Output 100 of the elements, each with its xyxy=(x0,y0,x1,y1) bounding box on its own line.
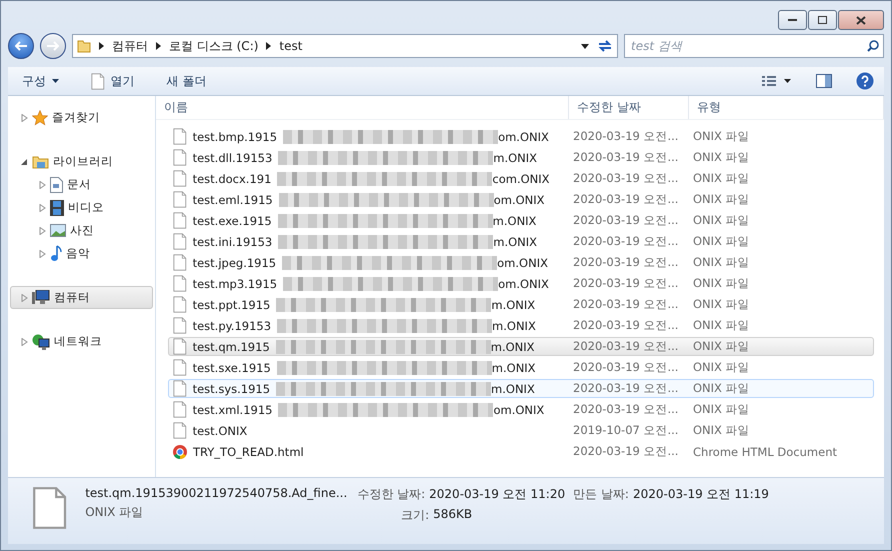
maximize-button[interactable] xyxy=(808,10,837,30)
file-name: test.sxe.1915 xyxy=(192,360,271,374)
file-icon xyxy=(91,72,105,90)
collapsed-arrow-icon[interactable] xyxy=(21,114,28,122)
file-name: m.ONIX xyxy=(493,150,538,164)
back-button[interactable] xyxy=(8,33,34,59)
chevron-icon[interactable] xyxy=(99,42,104,50)
file-icon xyxy=(173,128,187,145)
size-label: 크기: xyxy=(401,507,430,524)
file-icon xyxy=(173,338,187,355)
refresh-icon[interactable] xyxy=(597,39,613,53)
preview-pane-icon[interactable] xyxy=(816,74,832,88)
file-row[interactable]: test.exe.1915 m.ONIX 2020-03-19 오전... ONIX 파일 xyxy=(168,211,874,230)
file-row[interactable]: test.sys.1915 m.ONIX 2020-03-19 오전... ONIX 파일 xyxy=(168,379,874,398)
type-cell-text: ONIX 파일 xyxy=(692,339,751,354)
address-bar[interactable]: 컴퓨터 로컬 디스크 (C:) test xyxy=(72,34,618,58)
date-cell-text: 2020-03-19 오전... xyxy=(572,129,680,144)
file-row[interactable]: test.mp3.1915 om.ONIX 2020-03-19 오전... ONIX 파일 xyxy=(168,274,874,293)
details-file-type: ONIX 파일 xyxy=(85,504,144,521)
file-row[interactable]: test.dll.19153 m.ONIX 2020-03-19 오전... ONIX 파일 xyxy=(168,148,874,167)
close-icon xyxy=(856,16,866,24)
view-options-icon[interactable] xyxy=(762,75,792,87)
left-arrow-icon xyxy=(15,41,27,51)
file-name: om.ONIX xyxy=(498,130,549,144)
file-row[interactable]: test.ini.19153 m.ONIX 2020-03-19 오전... ONIX 파일 xyxy=(168,232,874,251)
type-cell-text: ONIX 파일 xyxy=(692,381,751,396)
file-row[interactable]: test.ONIX 2019-10-07 오전... ONIX 파일 xyxy=(168,421,874,440)
file-name: m.ONIX xyxy=(490,340,535,354)
file-name: test.sys.1915 xyxy=(192,382,270,396)
type-cell-text: ONIX 파일 xyxy=(692,171,751,186)
file-name: test.bmp.1915 xyxy=(192,130,278,144)
collapsed-arrow-icon[interactable] xyxy=(21,338,28,346)
nav-item[interactable]: 컴퓨터 xyxy=(10,286,153,309)
details-file-name: test.qm.19153900211972540758.Ad_fine... xyxy=(85,486,348,500)
date-cell-text: 2020-03-19 오전... xyxy=(572,213,680,228)
file-row[interactable]: test.ppt.1915 m.ONIX 2020-03-19 오전... ONIX 파일 xyxy=(168,295,874,314)
nav-item[interactable]: 음악 xyxy=(10,242,153,265)
file-icon xyxy=(173,191,187,208)
breadcrumb-item[interactable]: 컴퓨터 xyxy=(112,38,148,54)
toolbar-button[interactable]: 구성 xyxy=(18,70,63,92)
close-button[interactable] xyxy=(838,10,884,30)
modified-label: 수정한 날짜: xyxy=(357,486,426,503)
breadcrumb-item[interactable]: test xyxy=(279,39,302,53)
help-icon[interactable] xyxy=(856,72,874,90)
file-name: test.docx.191 xyxy=(192,172,272,186)
search-box[interactable]: test 검색 xyxy=(624,34,884,58)
chevron-icon[interactable] xyxy=(266,42,272,50)
date-cell-text: 2020-03-19 오전... xyxy=(572,381,680,396)
file-row[interactable]: test.jpeg.1915 om.ONIX 2020-03-19 오전... ONIX 파일 xyxy=(168,253,874,272)
file-row[interactable]: test.eml.1915 om.ONIX 2020-03-19 오전... ONIX 파일 xyxy=(168,190,874,209)
file-icon xyxy=(173,296,187,313)
toolbar-button[interactable]: 열기 xyxy=(87,70,139,92)
column-header[interactable]: 유형 xyxy=(689,96,884,119)
collapsed-arrow-icon[interactable] xyxy=(39,250,46,258)
minimize-button[interactable] xyxy=(778,10,807,30)
created-value: 2020-03-19 오전 11:19 xyxy=(632,486,769,503)
collapsed-arrow-icon[interactable] xyxy=(39,180,46,188)
forward-button[interactable] xyxy=(40,33,66,59)
file-row[interactable]: test.py.19153 m.ONIX 2020-03-19 오전... ONIX 파일 xyxy=(168,316,874,335)
expanded-arrow-icon[interactable] xyxy=(21,158,28,166)
file-icon xyxy=(32,486,68,530)
file-name: om.ONIX xyxy=(494,192,545,206)
file-name: TRY_TO_READ.html xyxy=(193,444,304,458)
column-header[interactable]: 이름 xyxy=(156,96,569,119)
column-header[interactable]: 수정한 날짜 xyxy=(569,96,689,119)
file-name: com.ONIX xyxy=(492,172,550,186)
folder-icon xyxy=(77,39,91,53)
nav-item[interactable]: 사진 xyxy=(10,219,153,242)
file-name: test.jpeg.1915 xyxy=(192,256,276,270)
breadcrumb-item[interactable]: 로컬 디스크 (C:) xyxy=(169,38,258,54)
file-row[interactable]: test.docx.191 com.ONIX 2020-03-19 오전... ONIX 파일 xyxy=(168,169,874,188)
file-name: test.ppt.1915 xyxy=(192,298,270,312)
file-row[interactable]: TRY_TO_READ.html 2020-03-19 오전... Chrome HTML Document xyxy=(168,442,874,461)
type-cell-text: ONIX 파일 xyxy=(692,318,751,333)
nav-item[interactable]: 비디오 xyxy=(10,196,153,219)
dropdown-icon[interactable] xyxy=(581,44,589,48)
file-row[interactable]: test.bmp.1915 om.ONIX 2020-03-19 오전... ONIX 파일 xyxy=(168,127,874,146)
nav-item[interactable]: 즐겨찾기 xyxy=(10,106,153,129)
chevron-icon[interactable] xyxy=(156,42,161,50)
nav-item[interactable]: 문서 xyxy=(10,173,153,196)
type-cell-text: ONIX 파일 xyxy=(692,297,751,312)
collapsed-arrow-icon[interactable] xyxy=(39,226,46,234)
date-cell-text: 2020-03-19 오전... xyxy=(572,402,680,417)
file-row[interactable]: test.qm.1915 m.ONIX 2020-03-19 오전... ONIX 파일 xyxy=(168,337,874,356)
date-cell-text: 2020-03-19 오전... xyxy=(572,192,680,207)
file-row[interactable]: test.xml.1915 om.ONIX 2020-03-19 오전... ONIX 파일 xyxy=(168,400,874,419)
star-icon xyxy=(32,110,48,126)
file-name: om.ONIX xyxy=(493,402,544,416)
file-row[interactable]: test.sxe.1915 m.ONIX 2020-03-19 오전... ONIX 파일 xyxy=(168,358,874,377)
collapsed-arrow-icon[interactable] xyxy=(39,204,46,212)
image-icon xyxy=(50,224,66,237)
chrome-icon xyxy=(173,444,187,458)
date-cell-text: 2020-03-19 오전... xyxy=(572,150,680,165)
toolbar-button[interactable]: 새 폴더 xyxy=(162,70,210,92)
nav-item[interactable]: 라이브러리 xyxy=(10,150,153,173)
file-icon xyxy=(173,212,187,229)
created-label: 만든 날짜: xyxy=(573,486,629,503)
music-note-icon xyxy=(50,245,62,262)
nav-item[interactable]: 네트워크 xyxy=(10,330,153,353)
file-name: m.ONIX xyxy=(493,234,538,248)
